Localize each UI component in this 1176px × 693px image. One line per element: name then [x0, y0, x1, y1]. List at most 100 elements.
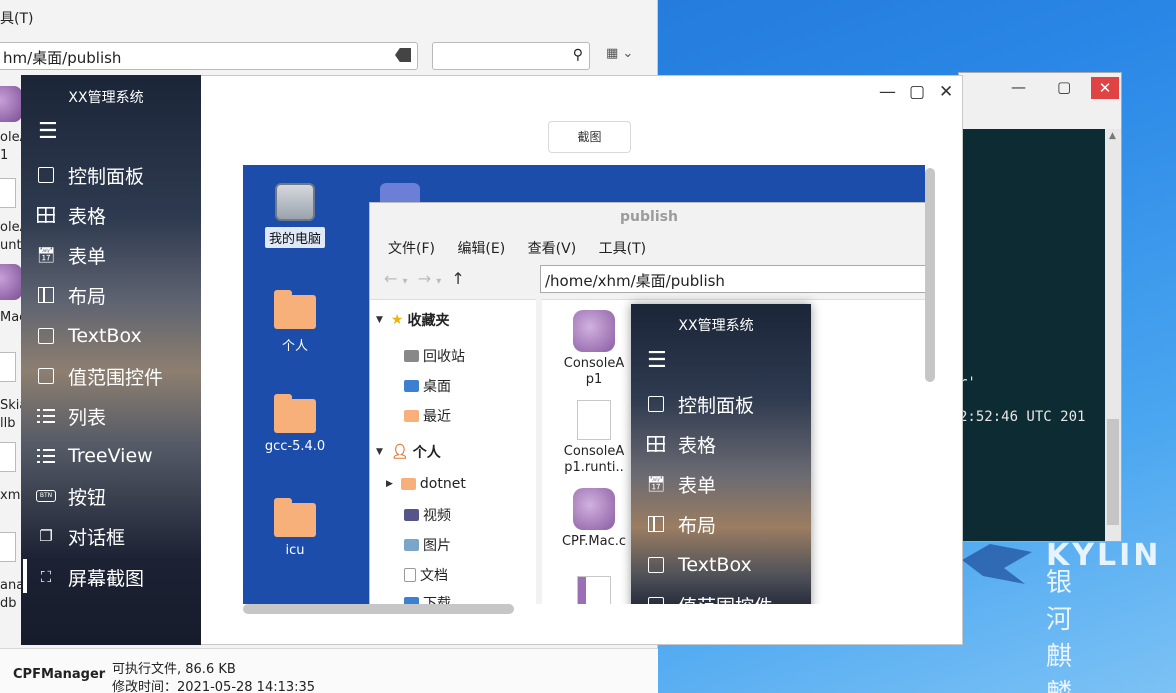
layout-icon: [645, 513, 667, 535]
sidebar-item-label: 对话框: [68, 526, 126, 549]
sidebar-item-dashboard[interactable]: 控制面板: [35, 161, 144, 189]
dialog-icon: ❐: [39, 527, 53, 545]
computer-icon: [275, 183, 315, 221]
minimize-icon[interactable]: —: [1011, 78, 1026, 96]
sidebar-item-list[interactable]: 列表: [35, 402, 106, 430]
inner-sidebar-item-dashboard[interactable]: 控制面板: [645, 390, 754, 418]
file-item[interactable]: ConsoleA p1: [554, 310, 634, 388]
document-file-icon[interactable]: [0, 178, 16, 208]
inner-fm-path-input[interactable]: /home/xhm/桌面/publish: [540, 265, 925, 293]
expand-icon[interactable]: ▼: [376, 315, 383, 325]
sidebar-item-layout[interactable]: 布局: [35, 281, 106, 309]
close-icon[interactable]: ✕: [1091, 77, 1119, 99]
chevron-down-icon[interactable]: ▾: [403, 276, 408, 287]
sidebar-item-dialog[interactable]: ❐ 对话框: [35, 522, 125, 550]
desktop-icon-icu[interactable]: icu: [255, 498, 335, 558]
tree-label: 桌面: [423, 379, 451, 395]
tree-item-desktop[interactable]: 桌面: [404, 376, 451, 396]
inner-sidebar-item-range[interactable]: 值范围控件: [645, 591, 773, 604]
inner-sidebar-item-layout[interactable]: 布局: [645, 510, 716, 538]
tree-label: 个人: [412, 445, 441, 461]
tree-item-pictures[interactable]: 图片: [404, 535, 451, 555]
sidebar-item-form[interactable]: 📅︎ 表单: [35, 241, 106, 269]
terminal-titlebar[interactable]: — ▢ ✕: [959, 73, 1121, 103]
app-title: XX管理系统: [68, 90, 144, 106]
terminal-output[interactable]: r' 2:52:46 UTC 201: [959, 129, 1105, 541]
close-icon[interactable]: ✕: [939, 82, 953, 102]
inner-sidebar-item-textbox[interactable]: TextBox: [645, 551, 752, 579]
tree-item-dotnet[interactable]: ▶ dotnet: [386, 476, 466, 492]
button-icon: BTN: [35, 485, 57, 507]
expand-icon[interactable]: ▶: [386, 479, 393, 489]
range-icon: [645, 594, 667, 604]
tree-item-videos[interactable]: 视频: [404, 505, 451, 525]
tree-label: 图片: [423, 538, 451, 554]
sidebar-item-range[interactable]: 值范围控件: [35, 362, 163, 390]
tree-label: 最近: [423, 409, 451, 425]
file-item[interactable]: ConsoleA p1.runti..: [554, 400, 634, 476]
menu-view[interactable]: 查看(V): [528, 241, 577, 257]
back-arrow-icon[interactable]: ←: [384, 269, 397, 288]
tree-personal[interactable]: ▼ 👤︎ 个人: [376, 442, 441, 462]
screenshot-button[interactable]: 截图: [548, 121, 631, 153]
sidebar-item-grid[interactable]: 表格: [35, 201, 106, 229]
hamburger-menu-icon[interactable]: ☰: [38, 119, 58, 144]
inner-sidebar-item-form[interactable]: 📅︎ 表单: [645, 470, 716, 498]
file-name: p1: [585, 372, 603, 387]
forward-arrow-icon[interactable]: →: [418, 269, 431, 288]
sidebar-item-textbox[interactable]: TextBox: [35, 322, 142, 350]
application-icon: [573, 488, 615, 530]
document-file-icon[interactable]: [0, 532, 16, 562]
tree-item-documents[interactable]: 文档: [404, 565, 448, 585]
bg-menu-tools[interactable]: 具(T): [0, 8, 33, 28]
terminal-scrollbar[interactable]: ▲: [1105, 129, 1121, 541]
canvas-horizontal-scrollbar[interactable]: [243, 604, 514, 614]
sidebar-item-treeview[interactable]: TreeView: [35, 442, 153, 470]
screenshot-canvas[interactable]: 我的电脑 个人 gcc-5.4.0 icu publish 文件(F) 编辑(E…: [243, 165, 925, 604]
app-file-icon[interactable]: [0, 264, 22, 300]
bg-search-input[interactable]: ⚲: [432, 42, 590, 70]
desktop-icon-gcc[interactable]: gcc-5.4.0: [255, 394, 335, 454]
maximize-icon[interactable]: ▢: [1057, 78, 1071, 96]
document-file-icon[interactable]: [0, 352, 16, 382]
tree-label: 视频: [423, 508, 451, 524]
desktop-icon-computer[interactable]: 我的电脑: [255, 183, 335, 248]
status-file-type: 可执行文件, 86.6 KB: [112, 662, 236, 677]
search-icon[interactable]: ⚲: [573, 47, 583, 63]
view-mode-button[interactable]: ▦ ⌄: [606, 46, 633, 61]
dashboard-icon: [35, 164, 57, 186]
menu-file[interactable]: 文件(F): [388, 241, 435, 257]
tree-item-recent[interactable]: 最近: [404, 406, 451, 426]
sidebar-item-button[interactable]: BTN 按钮: [35, 482, 106, 510]
document-icon: [577, 400, 611, 440]
menu-edit[interactable]: 编辑(E): [457, 241, 505, 257]
canvas-vertical-scrollbar[interactable]: [925, 168, 935, 382]
maximize-icon[interactable]: ▢: [909, 82, 925, 102]
file-item[interactable]: CPF.Mac.c: [554, 488, 634, 550]
hamburger-menu-icon[interactable]: ☰: [647, 348, 667, 373]
textbox-icon: [645, 554, 667, 576]
sidebar-item-screenshot[interactable]: ⛶ 屏幕截图: [35, 563, 144, 591]
bg-file-label: xm: [0, 488, 21, 503]
chevron-down-icon[interactable]: ▾: [436, 276, 441, 287]
up-arrow-icon[interactable]: ↑: [451, 269, 464, 288]
tree-item-trash[interactable]: 回收站: [404, 346, 465, 366]
folder-icon: [400, 478, 416, 490]
tree-favorites[interactable]: ▼ ★ 收藏夹: [376, 310, 449, 330]
expand-icon[interactable]: ▼: [376, 447, 383, 457]
document-file-icon[interactable]: [0, 442, 16, 472]
clear-icon[interactable]: [395, 48, 411, 62]
trash-icon: [404, 350, 419, 362]
tree-item-downloads[interactable]: 下载: [404, 593, 451, 604]
scroll-up-icon[interactable]: ▲: [1109, 131, 1116, 141]
app-file-icon[interactable]: [0, 86, 22, 122]
menu-tools[interactable]: 工具(T): [599, 241, 646, 257]
recycle-bin-icon[interactable]: [380, 183, 420, 203]
file-item[interactable]: [554, 576, 634, 604]
bg-address-bar[interactable]: hm/桌面/publish: [0, 42, 418, 70]
terminal-scroll-thumb[interactable]: [1107, 419, 1119, 525]
inner-sidebar-item-grid[interactable]: 表格: [645, 430, 716, 458]
terminal-window: — ▢ ✕ r' 2:52:46 UTC 201 ▲: [958, 72, 1122, 542]
minimize-icon[interactable]: —: [879, 82, 896, 102]
desktop-icon-personal[interactable]: 个人: [255, 290, 335, 354]
